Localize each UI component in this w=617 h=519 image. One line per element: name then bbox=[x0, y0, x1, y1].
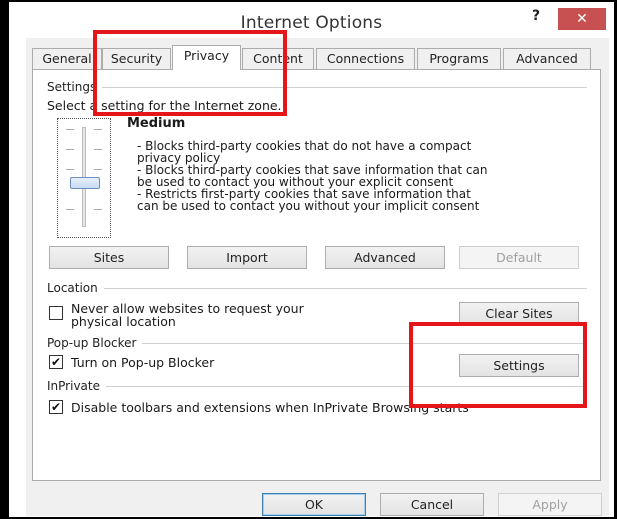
popup-blocker-checkbox[interactable]: ✔ bbox=[49, 355, 63, 369]
check-icon: ✔ bbox=[50, 400, 62, 414]
cancel-label: Cancel bbox=[410, 497, 454, 512]
import-button[interactable]: Import bbox=[187, 246, 307, 269]
default-button-label: Default bbox=[496, 250, 542, 265]
popup-group-label: Pop-up Blocker bbox=[47, 336, 143, 350]
location-checkbox-label-line2: physical location bbox=[71, 314, 176, 329]
tab-advanced[interactable]: Advanced bbox=[503, 48, 591, 69]
privacy-level-slider[interactable] bbox=[57, 118, 111, 238]
advanced-button[interactable]: Advanced bbox=[325, 246, 445, 269]
cancel-button[interactable]: Cancel bbox=[380, 493, 484, 516]
slider-tick bbox=[94, 149, 102, 150]
tab-programs[interactable]: Programs bbox=[417, 48, 501, 69]
slider-tick bbox=[66, 169, 74, 170]
popup-blocker-label: Turn on Pop-up Blocker bbox=[71, 355, 215, 370]
slider-tick bbox=[66, 149, 74, 150]
inprivate-group-label: InPrivate bbox=[47, 379, 106, 393]
slider-tick bbox=[94, 169, 102, 170]
import-button-label: Import bbox=[226, 250, 268, 265]
advanced-button-label: Advanced bbox=[354, 250, 416, 265]
sites-button-label: Sites bbox=[93, 250, 125, 265]
location-group-line bbox=[47, 288, 587, 289]
apply-label: Apply bbox=[532, 497, 568, 512]
close-button[interactable]: ✕ bbox=[558, 8, 606, 30]
slider-tick bbox=[94, 129, 102, 130]
apply-button[interactable]: Apply bbox=[498, 493, 602, 516]
default-button[interactable]: Default bbox=[459, 246, 579, 269]
slider-tick bbox=[94, 209, 102, 210]
ok-button[interactable]: OK bbox=[262, 493, 366, 516]
check-icon: ✔ bbox=[50, 355, 62, 369]
location-checkbox[interactable] bbox=[49, 306, 63, 320]
inprivate-checkbox[interactable]: ✔ bbox=[49, 400, 63, 414]
clear-sites-label: Clear Sites bbox=[485, 306, 553, 321]
slider-thumb[interactable] bbox=[70, 177, 100, 189]
slider-tick bbox=[66, 209, 74, 210]
level-description-line: can be used to contact you without your … bbox=[137, 199, 480, 213]
help-button[interactable]: ? bbox=[526, 6, 546, 26]
sites-button[interactable]: Sites bbox=[49, 246, 169, 269]
privacy-level-title: Medium bbox=[127, 116, 186, 131]
highlight-box-privacy-tab bbox=[93, 30, 287, 116]
tab-general[interactable]: General bbox=[32, 48, 102, 69]
close-icon: ✕ bbox=[576, 11, 588, 27]
tab-connections[interactable]: Connections bbox=[316, 48, 415, 69]
highlight-box-popup-settings bbox=[409, 322, 587, 408]
ok-label: OK bbox=[304, 497, 324, 512]
privacy-panel: Settings Select a setting for the Intern… bbox=[32, 69, 601, 481]
location-group-label: Location bbox=[47, 281, 104, 295]
slider-tick bbox=[66, 129, 74, 130]
